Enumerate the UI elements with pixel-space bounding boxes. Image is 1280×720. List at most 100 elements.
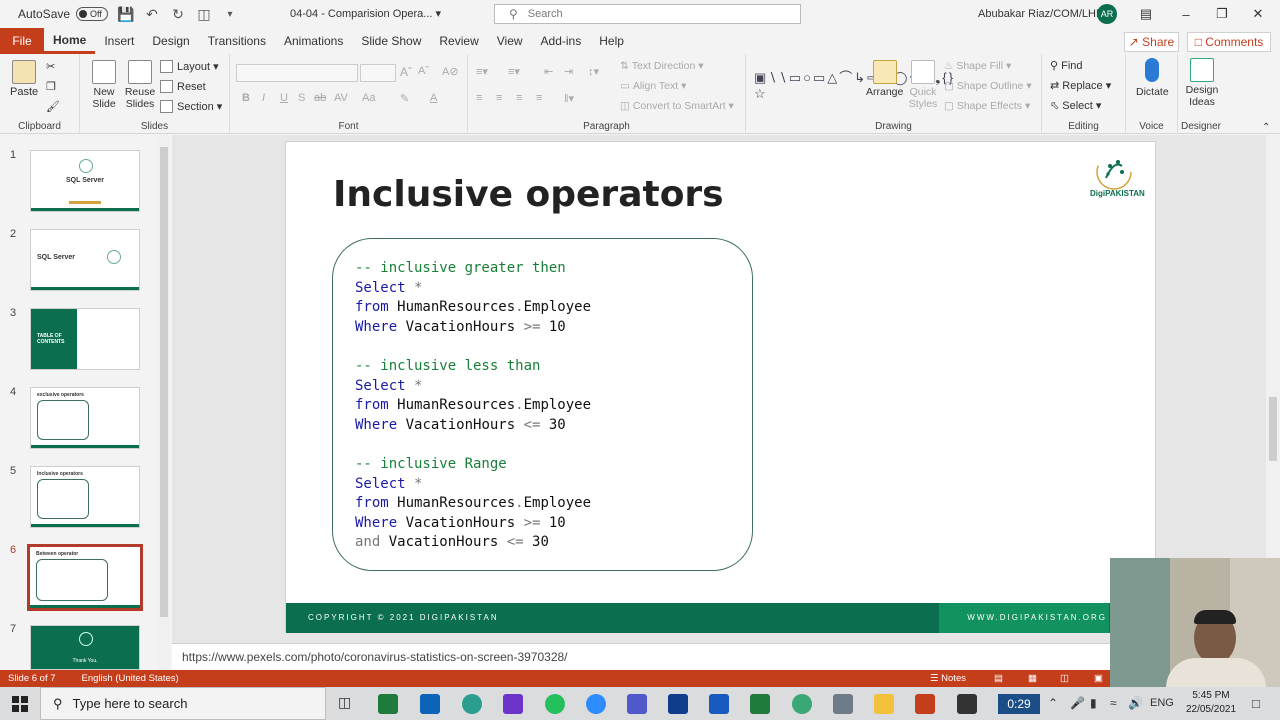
tab-help[interactable]: Help bbox=[590, 28, 633, 54]
avatar[interactable]: AR bbox=[1097, 4, 1117, 24]
notification-icon[interactable]: □ bbox=[1252, 696, 1260, 711]
task-view-icon[interactable]: ◫ bbox=[338, 694, 358, 714]
font-size-select[interactable] bbox=[360, 64, 396, 82]
autosave-toggle[interactable]: Off bbox=[76, 7, 109, 21]
shapes-gallery[interactable]: ▣∖∖▭○▭△⌒↳⇨⇩◯↶↷❟{}☆ bbox=[754, 60, 953, 112]
customize-qa-icon[interactable]: ▾ bbox=[222, 6, 238, 22]
shape-fill-button[interactable]: ♨ Shape Fill ▾ bbox=[944, 60, 1011, 72]
tab-insert[interactable]: Insert bbox=[95, 28, 143, 54]
font-color-icon[interactable]: A bbox=[430, 92, 437, 104]
powerpoint-app-icon[interactable] bbox=[915, 694, 935, 714]
bullets-icon[interactable]: ≡▾ bbox=[476, 65, 488, 78]
clear-format-icon[interactable]: A⊘ bbox=[442, 65, 459, 78]
strikethrough-icon[interactable]: ab bbox=[314, 92, 326, 104]
outlook-app-icon[interactable] bbox=[420, 694, 440, 714]
camera-app-icon[interactable] bbox=[957, 694, 977, 714]
shape-effects-button[interactable]: ▢ Shape Effects ▾ bbox=[944, 100, 1030, 112]
grow-font-icon[interactable]: Aˆ bbox=[400, 65, 412, 79]
find-button[interactable]: ⚲ Find bbox=[1050, 59, 1083, 73]
slide-thumbnail-selected[interactable]: Between operator bbox=[27, 544, 143, 611]
minimize-icon[interactable]: – bbox=[1176, 4, 1196, 24]
reset-button[interactable]: Reset bbox=[160, 80, 206, 93]
justify-icon[interactable]: ≡ bbox=[536, 92, 542, 104]
tray-chevron-icon[interactable]: ⌃ bbox=[1048, 696, 1058, 710]
tab-file[interactable]: File bbox=[0, 28, 44, 54]
underline-icon[interactable]: U bbox=[280, 92, 288, 104]
slide-title[interactable]: Inclusive operators bbox=[333, 174, 724, 215]
thumbnails-scrollbar[interactable] bbox=[158, 135, 170, 670]
format-painter-icon[interactable]: 🖌 bbox=[46, 100, 60, 113]
copy-icon[interactable]: ❐ bbox=[46, 80, 56, 93]
language-indicator[interactable]: ENG bbox=[1150, 697, 1174, 709]
slide-thumbnail[interactable]: Thank You. bbox=[30, 625, 140, 670]
shape-outline-button[interactable]: ▢ Shape Outline ▾ bbox=[944, 80, 1032, 92]
present-icon[interactable]: ◫ bbox=[196, 6, 212, 22]
convert-smartart-button[interactable]: ◫ Convert to SmartArt ▾ bbox=[620, 100, 734, 112]
sql-code-box[interactable]: -- inclusive greater then Select * from … bbox=[332, 238, 753, 571]
slide-thumbnail[interactable]: exclusive operators bbox=[30, 387, 140, 449]
volume-icon[interactable]: 🔊 bbox=[1128, 696, 1143, 710]
tab-home[interactable]: Home bbox=[44, 28, 96, 54]
zoom-app-icon[interactable] bbox=[586, 694, 606, 714]
save-icon[interactable]: 💾 bbox=[117, 6, 134, 22]
tab-add-ins[interactable]: Add-ins bbox=[532, 28, 591, 54]
align-left-icon[interactable]: ≡ bbox=[476, 92, 482, 104]
recording-timer[interactable]: 0:29 bbox=[998, 694, 1040, 714]
microphone-tray-icon[interactable]: 🎤 bbox=[1070, 696, 1085, 710]
layout-button[interactable]: Layout ▾ bbox=[160, 60, 219, 73]
dictate-button[interactable]: Dictate bbox=[1136, 58, 1169, 98]
language-status[interactable]: English (United States) bbox=[82, 673, 179, 684]
slide-thumbnail[interactable]: Inclusive operators bbox=[30, 466, 140, 528]
slide-sorter-icon[interactable]: ▦ bbox=[1028, 673, 1037, 684]
shrink-font-icon[interactable]: Aˇ bbox=[418, 65, 429, 77]
file-explorer-icon[interactable] bbox=[874, 694, 894, 714]
project-app-icon[interactable] bbox=[668, 694, 688, 714]
tab-transitions[interactable]: Transitions bbox=[199, 28, 275, 54]
reading-view-icon[interactable]: ◫ bbox=[1060, 673, 1069, 684]
edge-beta-app-icon[interactable] bbox=[792, 694, 812, 714]
undo-icon[interactable]: ↶ bbox=[144, 6, 160, 22]
user-name[interactable]: Abubakar Riaz/COM/LHR bbox=[978, 8, 1104, 20]
whatsapp-app-icon[interactable] bbox=[545, 694, 565, 714]
columns-icon[interactable]: ‖▾ bbox=[564, 92, 574, 105]
normal-view-icon[interactable]: ▤ bbox=[994, 673, 1003, 684]
increase-indent-icon[interactable]: ⇥ bbox=[564, 65, 573, 78]
collapse-ribbon-icon[interactable]: ⌃ bbox=[1262, 122, 1270, 133]
sql-server-app-icon[interactable] bbox=[833, 694, 853, 714]
slide-thumbnail[interactable]: SQL Server bbox=[30, 229, 140, 291]
section-button[interactable]: Section ▾ bbox=[160, 100, 222, 113]
select-button[interactable]: ⬁ Select ▾ bbox=[1050, 99, 1101, 113]
teams-app-icon[interactable] bbox=[627, 694, 647, 714]
tab-view[interactable]: View bbox=[488, 28, 532, 54]
system-clock[interactable]: 5:45 PM 22/05/2021 bbox=[1180, 689, 1242, 717]
notes-pane[interactable]: https://www.pexels.com/photo/coronavirus… bbox=[172, 643, 1112, 670]
line-spacing-icon[interactable]: ↕▾ bbox=[588, 65, 599, 78]
new-slide-button[interactable]: New Slide bbox=[88, 60, 120, 110]
highlight-icon[interactable]: ✎ bbox=[400, 92, 409, 105]
paste-button[interactable]: Paste bbox=[10, 60, 38, 98]
tab-animations[interactable]: Animations bbox=[275, 28, 352, 54]
close-icon[interactable]: ✕ bbox=[1248, 4, 1268, 24]
current-slide[interactable]: Inclusive operators DigiPAKISTAN -- incl… bbox=[285, 141, 1157, 633]
redo-icon[interactable]: ↻ bbox=[170, 6, 186, 22]
cut-icon[interactable]: ✂ bbox=[46, 60, 55, 73]
text-direction-button[interactable]: ⇅ Text Direction ▾ bbox=[620, 60, 704, 72]
ribbon-display-icon[interactable]: ▤ bbox=[1136, 4, 1156, 24]
excel-app-icon-2[interactable] bbox=[750, 694, 770, 714]
bold-icon[interactable]: B bbox=[242, 92, 250, 104]
align-right-icon[interactable]: ≡ bbox=[516, 92, 522, 104]
slideshow-view-icon[interactable]: ▣ bbox=[1094, 673, 1103, 684]
design-ideas-button[interactable]: Design Ideas bbox=[1184, 58, 1220, 108]
shadow-icon[interactable]: S bbox=[298, 92, 305, 104]
spacing-icon[interactable]: AV bbox=[334, 92, 348, 104]
italic-icon[interactable]: I bbox=[262, 92, 265, 104]
quick-styles-button[interactable]: Quick Styles bbox=[906, 60, 940, 110]
arrange-button[interactable]: Arrange bbox=[866, 60, 903, 98]
decrease-indent-icon[interactable]: ⇤ bbox=[544, 65, 553, 78]
slide-thumbnail[interactable]: TABLE OF CONTENTS bbox=[30, 308, 140, 370]
replace-button[interactable]: ⇄ Replace ▾ bbox=[1050, 79, 1111, 93]
edge-app-icon[interactable] bbox=[462, 694, 482, 714]
battery-icon[interactable]: ▮ bbox=[1090, 696, 1097, 710]
wifi-icon[interactable]: ≈ bbox=[1110, 696, 1117, 710]
taskbar-search-input[interactable]: ⚲ Type here to search bbox=[40, 687, 326, 720]
